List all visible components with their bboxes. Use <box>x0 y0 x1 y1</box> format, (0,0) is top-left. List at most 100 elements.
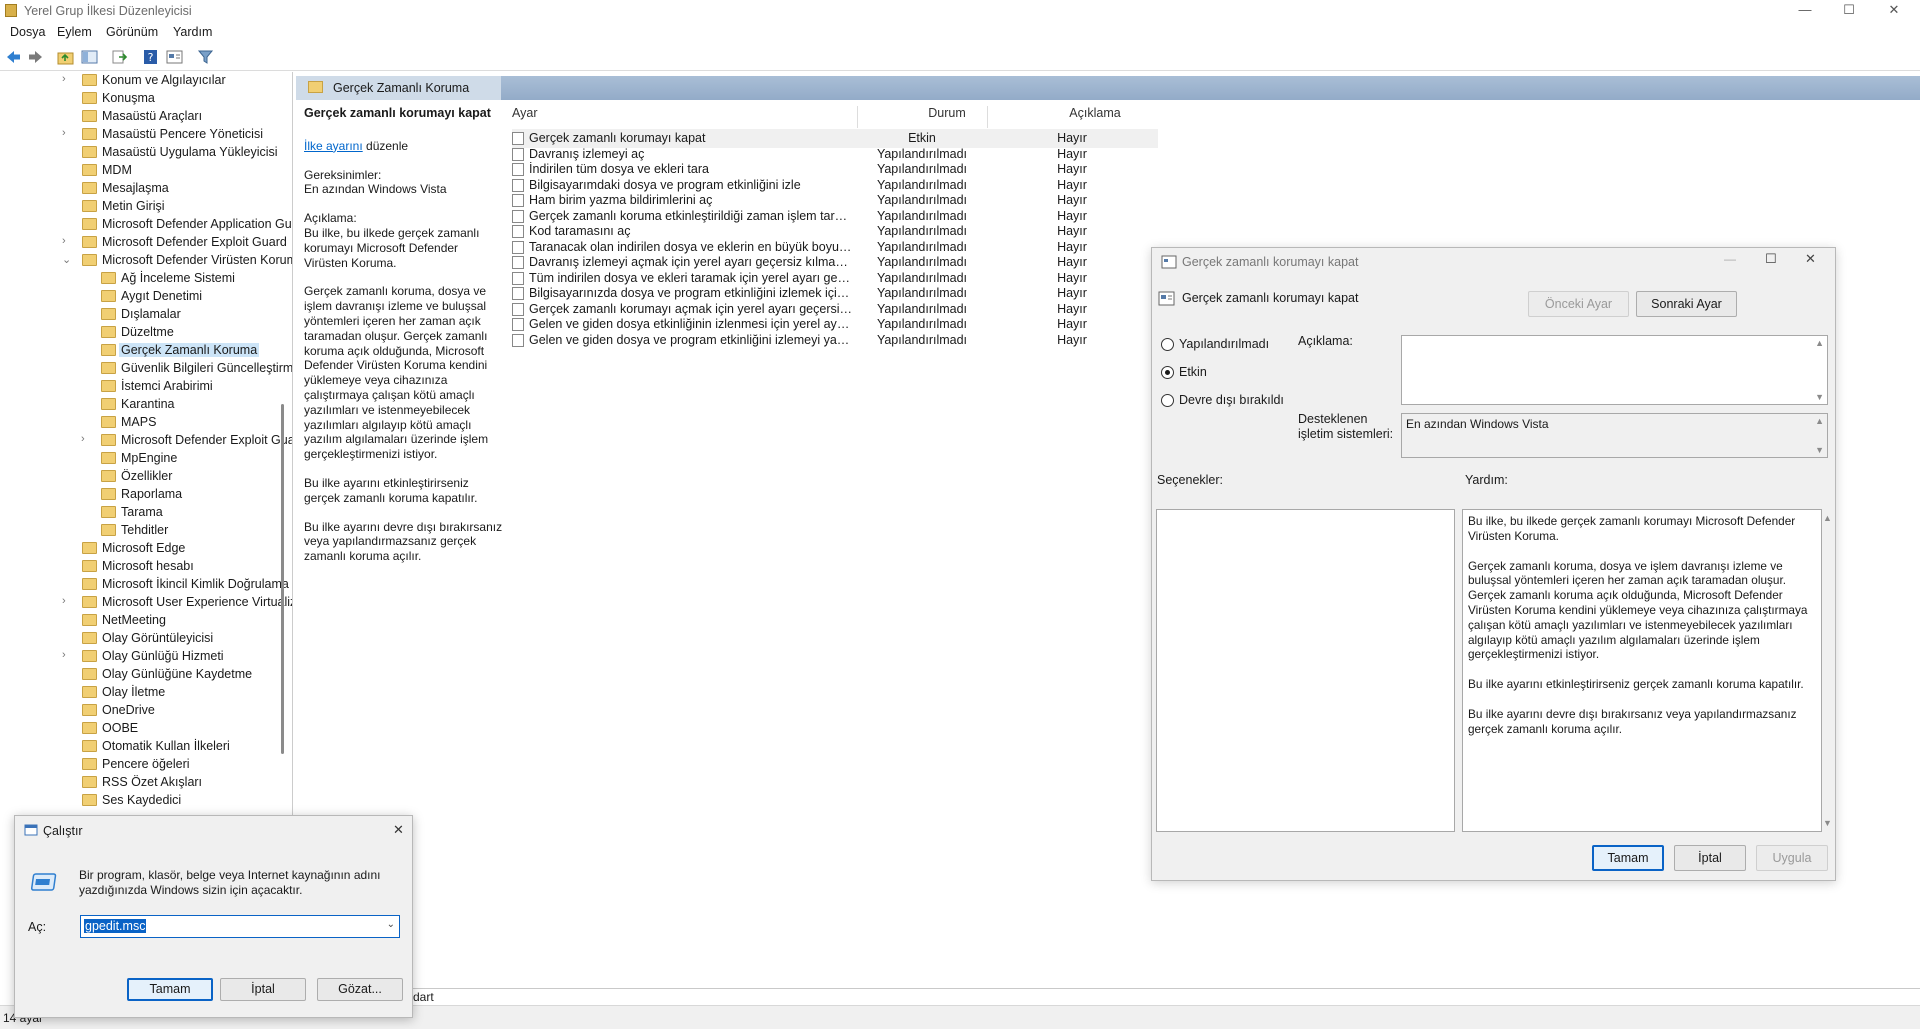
setting-name-cell: Bilgisayarımdaki dosya ve program etkinl… <box>529 177 801 192</box>
folder-icon <box>101 344 116 356</box>
folder-icon <box>82 542 97 554</box>
svg-text:?: ? <box>148 51 154 64</box>
column-header-setting[interactable]: Ayar <box>512 106 537 128</box>
folder-icon <box>82 236 97 248</box>
table-row[interactable]: Gelen ve giden dosya ve program etkinliğ… <box>512 331 1158 350</box>
chevron-right-icon[interactable]: › <box>62 127 66 139</box>
radio-not-configured-label[interactable]: Yapılandırılmadı <box>1179 337 1269 351</box>
edit-policy-link[interactable]: İlke ayarını <box>304 139 363 153</box>
previous-setting-button[interactable]: Önceki Ayar <box>1528 291 1629 317</box>
menu-action[interactable]: Eylem <box>57 25 92 39</box>
radio-disabled-label[interactable]: Devre dışı bırakıldı <box>1179 393 1284 407</box>
folder-icon <box>101 362 116 374</box>
chevron-right-icon[interactable]: › <box>62 235 66 247</box>
setting-state-cell: Yapılandırılmadı <box>876 177 968 192</box>
run-cancel-button[interactable]: İptal <box>220 978 306 1001</box>
scroll-up-icon[interactable]: ▲ <box>1815 338 1824 348</box>
comment-textarea[interactable]: ▲ ▼ <box>1401 335 1828 405</box>
chevron-right-icon[interactable]: › <box>62 649 66 661</box>
folder-icon <box>101 308 116 320</box>
supported-os-box: En azından Windows Vista ▲ ▼ <box>1401 413 1828 458</box>
tree-item-label: Tehditler <box>121 523 169 537</box>
filter-icon[interactable] <box>197 49 214 65</box>
chevron-right-icon[interactable]: › <box>62 595 66 607</box>
folder-icon <box>82 254 97 266</box>
show-hide-tree-icon[interactable] <box>81 49 98 65</box>
tree-item-label: Microsoft hesabı <box>102 559 194 573</box>
help-icon[interactable]: ? <box>142 49 159 65</box>
tab-standard[interactable]: dart <box>413 990 434 1004</box>
setting-comment-cell: Hayır <box>1057 162 1087 176</box>
policy-setting-icon <box>512 209 524 223</box>
maximize-icon[interactable]: ☐ <box>1826 0 1872 22</box>
cancel-button[interactable]: İptal <box>1674 845 1746 871</box>
properties-icon[interactable] <box>166 49 183 65</box>
run-open-input[interactable]: gpedit.msc ⌄ <box>80 915 400 938</box>
column-separator[interactable] <box>857 106 858 128</box>
run-open-label: Aç: <box>28 920 47 934</box>
tree-scrollbar[interactable] <box>281 404 284 754</box>
apply-button[interactable]: Uygula <box>1756 845 1828 871</box>
run-close-icon[interactable]: ✕ <box>393 822 404 838</box>
window-title: Yerel Grup İlkesi Düzenleyicisi <box>24 4 192 18</box>
setting-comment-cell: Hayır <box>1057 286 1087 300</box>
setting-comment-cell: Hayır <box>1057 131 1087 145</box>
radio-enabled-label[interactable]: Etkin <box>1179 365 1207 379</box>
policy-settings-icon <box>1161 255 1177 269</box>
dialog-maximize-icon[interactable]: ☐ <box>1765 251 1777 267</box>
tree-item-label: MDM <box>102 163 132 177</box>
folder-icon <box>82 668 97 680</box>
up-folder-icon[interactable] <box>57 49 74 65</box>
close-icon[interactable]: ✕ <box>1871 0 1917 22</box>
menu-view[interactable]: Görünüm <box>106 25 158 39</box>
folder-icon <box>101 506 116 518</box>
folder-icon <box>82 722 97 734</box>
folder-icon <box>101 398 116 410</box>
column-separator[interactable] <box>987 106 988 128</box>
setting-name-cell: Davranış izlemeyi açmak için yerel ayarı… <box>529 255 854 269</box>
folder-icon <box>82 686 97 698</box>
menu-help[interactable]: Yardım <box>173 25 212 39</box>
tree-item-label: Düzeltme <box>121 325 174 339</box>
setting-name-cell: Gelen ve giden dosya etkinliğinin izlenm… <box>529 317 854 331</box>
scroll-up-icon[interactable]: ▲ <box>1815 416 1824 426</box>
scroll-down-icon[interactable]: ▼ <box>1815 445 1824 455</box>
chevron-right-icon[interactable]: › <box>62 73 66 85</box>
folder-icon <box>101 272 116 284</box>
folder-icon <box>101 452 116 464</box>
help-scroll-down-icon[interactable]: ▼ <box>1823 818 1832 828</box>
column-header-state[interactable]: Durum <box>907 106 987 128</box>
scroll-down-icon[interactable]: ▼ <box>1815 392 1824 402</box>
tree-item-label: Güvenlik Bilgileri Güncelleştirmeleri <box>121 361 293 375</box>
radio-not-configured[interactable] <box>1161 338 1174 351</box>
back-icon[interactable] <box>5 49 22 65</box>
chevron-down-icon[interactable]: ⌄ <box>62 253 71 266</box>
view-tabs: dart <box>405 988 1920 1005</box>
next-setting-button[interactable]: Sonraki Ayar <box>1636 291 1737 317</box>
forward-icon[interactable] <box>27 49 44 65</box>
setting-state-cell: Yapılandırılmadı <box>876 332 968 347</box>
chevron-down-icon[interactable]: ⌄ <box>387 919 395 930</box>
radio-disabled[interactable] <box>1161 394 1174 407</box>
export-list-icon[interactable] <box>111 49 128 65</box>
dialog-close-icon[interactable]: ✕ <box>1805 251 1816 267</box>
help-scroll-up-icon[interactable]: ▲ <box>1823 513 1832 523</box>
chevron-right-icon[interactable]: › <box>81 433 85 445</box>
run-ok-button[interactable]: Tamam <box>127 978 213 1001</box>
setting-comment-cell: Hayır <box>1057 301 1087 316</box>
folder-icon <box>101 488 116 500</box>
ok-button[interactable]: Tamam <box>1592 845 1664 871</box>
setting-name-cell: Davranış izlemeyi aç <box>529 146 645 161</box>
minimize-icon[interactable]: — <box>1782 0 1828 22</box>
policy-dialog-title: Gerçek zamanlı korumayı kapat <box>1182 255 1359 269</box>
run-browse-button[interactable]: Gözat... <box>317 978 403 1001</box>
folder-icon <box>82 200 97 212</box>
tree-item-label: Konuşma <box>102 91 155 105</box>
policy-setting-icon <box>512 333 524 347</box>
tree-item-label: Mesajlaşma <box>102 181 169 195</box>
menu-file[interactable]: Dosya <box>10 25 45 39</box>
setting-state-cell: Yapılandırılmadı <box>876 270 968 285</box>
radio-enabled[interactable] <box>1161 366 1174 379</box>
policy-setting-icon <box>512 163 524 176</box>
column-header-comment[interactable]: Açıklama <box>1040 106 1150 128</box>
